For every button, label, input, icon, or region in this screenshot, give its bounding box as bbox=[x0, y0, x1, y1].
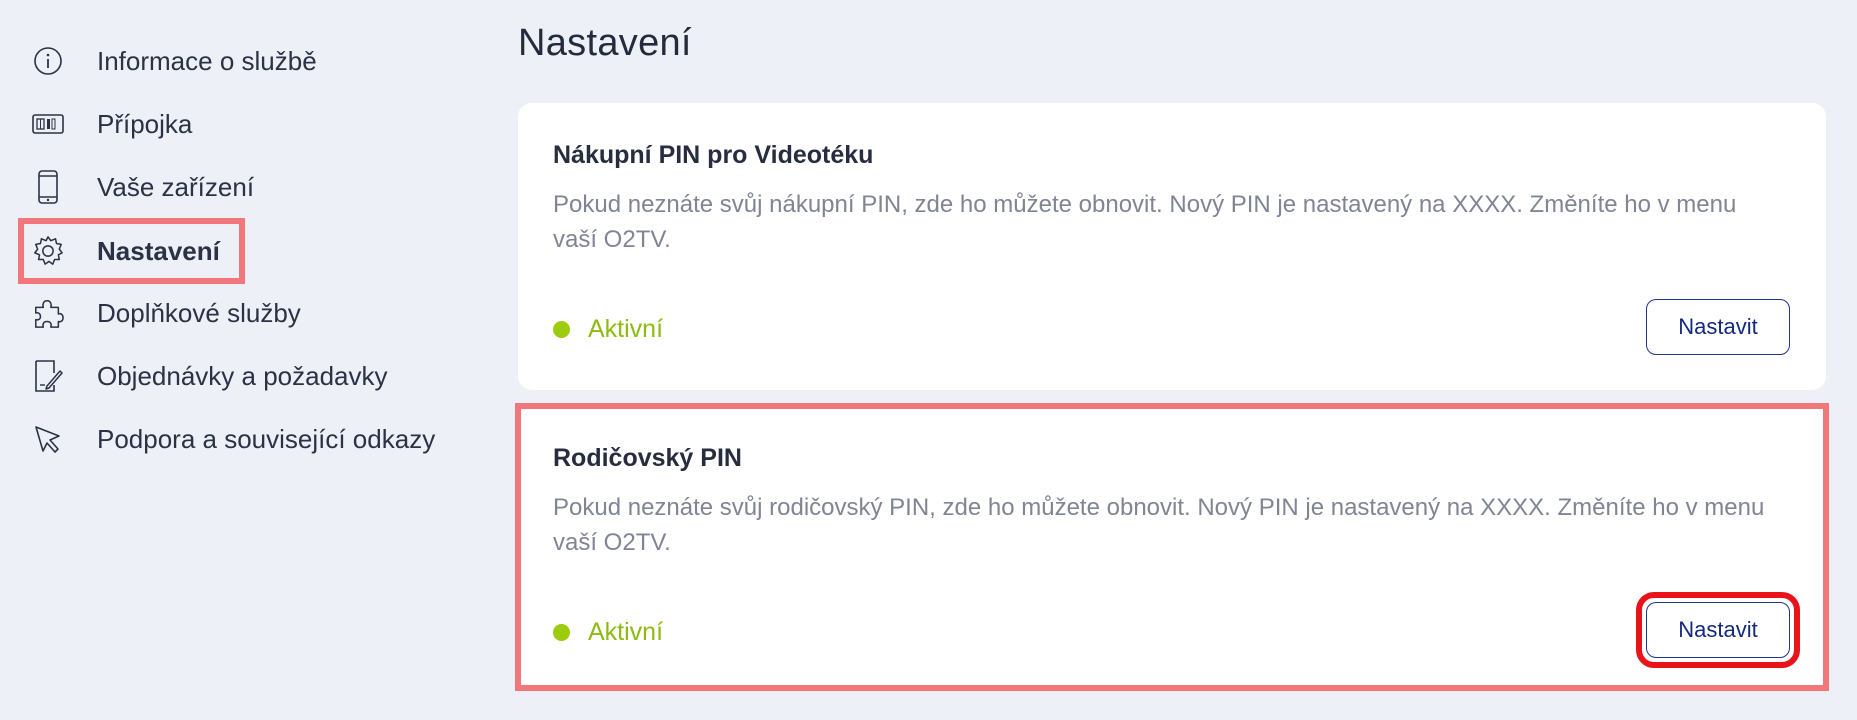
parental-pin-card: Rodičovský PIN Pokud neznáte svůj rodičo… bbox=[515, 403, 1829, 691]
card-description: Pokud neznáte svůj rodičovský PIN, zde h… bbox=[553, 494, 1765, 556]
sidebar-item-label: Informace o službě bbox=[97, 46, 317, 76]
sidebar-item-label: Nastavení bbox=[97, 236, 220, 266]
card-title: Nákupní PIN pro Videotéku bbox=[553, 141, 874, 169]
status-text: Aktivní bbox=[588, 617, 664, 646]
sidebar-item-label: Doplňkové služby bbox=[97, 298, 301, 328]
page-title: Nastavení bbox=[518, 22, 692, 64]
cursor-click-icon bbox=[32, 423, 64, 455]
card-title: Rodičovský PIN bbox=[553, 444, 742, 472]
sidebar-item-label: Přípojka bbox=[97, 109, 193, 139]
sidebar-item-label: Objednávky a požadavky bbox=[97, 361, 388, 391]
document-edit-icon bbox=[32, 360, 64, 392]
purchase-pin-card: Nákupní PIN pro Videotéku Pokud neznáte … bbox=[518, 103, 1826, 390]
phone-icon bbox=[32, 170, 64, 204]
sidebar-item-label: Vaše zařízení bbox=[97, 172, 255, 202]
status-dot-icon bbox=[553, 320, 570, 338]
info-icon bbox=[32, 45, 64, 77]
status-indicator: Aktivní bbox=[553, 612, 663, 652]
sim-card-icon bbox=[32, 108, 64, 140]
sidebar: Informace o službě Přípojka Vaše zařízen… bbox=[0, 0, 480, 720]
set-parental-pin-button[interactable]: Nastavit bbox=[1646, 602, 1790, 658]
sidebar-item-settings[interactable]: Nastavení bbox=[18, 218, 245, 284]
puzzle-icon bbox=[32, 297, 64, 329]
set-purchase-pin-button[interactable]: Nastavit bbox=[1646, 299, 1790, 355]
status-text: Aktivní bbox=[588, 314, 664, 343]
status-indicator: Aktivní bbox=[553, 309, 663, 349]
status-dot-icon bbox=[553, 623, 570, 641]
card-description: Pokud neznáte svůj nákupní PIN, zde ho m… bbox=[553, 191, 1737, 253]
gear-icon bbox=[32, 235, 64, 267]
sidebar-item-label: Podpora a související odkazy bbox=[97, 424, 436, 454]
